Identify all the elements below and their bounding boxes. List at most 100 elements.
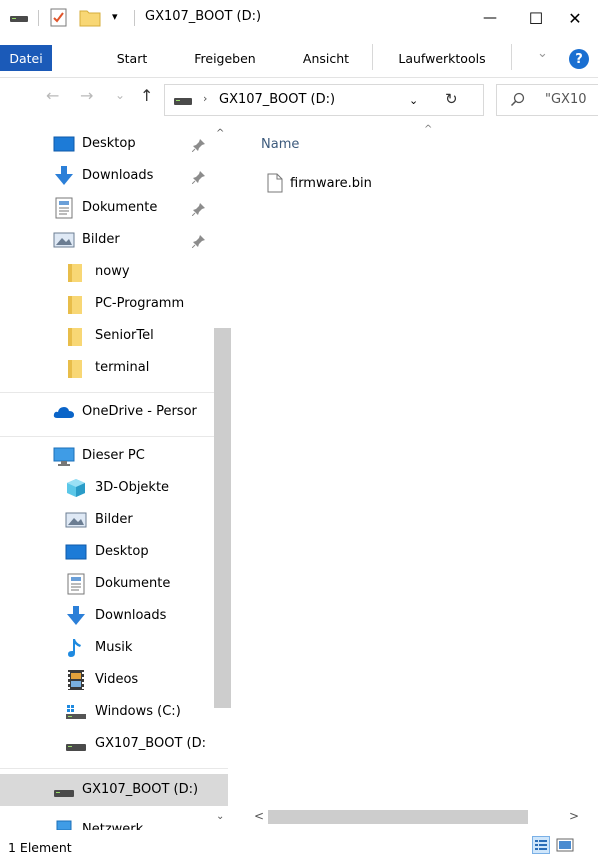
search-input[interactable]: "GX10 xyxy=(496,84,598,116)
up-button[interactable]: ↑ xyxy=(140,86,153,105)
sidebar-item-label: Dieser PC xyxy=(82,448,145,463)
back-button[interactable]: ← xyxy=(46,86,59,105)
quick-access-dropdown-icon[interactable]: ▾ xyxy=(112,10,118,23)
sidebar-item-label: Bilder xyxy=(82,232,120,247)
search-text: "GX10 xyxy=(545,92,587,107)
title-bar: ▾ GX107_BOOT (D:) — ☐ ✕ xyxy=(0,0,598,36)
sidebar-item-dieser-pc[interactable]: Dieser PC xyxy=(0,440,228,472)
refresh-icon[interactable]: ↻ xyxy=(445,90,458,108)
documents-icon xyxy=(55,197,73,219)
drive-icon xyxy=(10,16,28,22)
sidebar-item-label: OneDrive - Persor xyxy=(82,404,197,419)
nav-scrollbar[interactable]: ^ ⌄ xyxy=(211,128,231,822)
sidebar-item-gx107-boot-root[interactable]: GX107_BOOT (D:) xyxy=(0,774,228,806)
sidebar-item-label: Desktop xyxy=(95,544,149,559)
nav-separator xyxy=(0,768,228,769)
scroll-down-icon[interactable]: ⌄ xyxy=(216,811,224,822)
sidebar-item-label: 3D-Objekte xyxy=(95,480,170,495)
sidebar-item-pc-programm[interactable]: PC-Programm xyxy=(0,288,228,320)
large-icons-view-icon[interactable] xyxy=(555,836,575,854)
pin-icon[interactable] xyxy=(192,170,206,184)
sidebar-item-label: PC-Programm xyxy=(95,296,185,311)
details-view-button[interactable] xyxy=(532,836,550,854)
ribbon-expand-icon[interactable]: ⌄ xyxy=(537,46,548,61)
help-icon[interactable]: ? xyxy=(569,49,589,69)
sidebar-item-desktop-pc[interactable]: Desktop xyxy=(0,536,228,568)
help-glyph: ? xyxy=(575,51,583,67)
sidebar-item-musik[interactable]: Musik xyxy=(0,632,228,664)
address-dropdown-icon[interactable]: ⌄ xyxy=(409,94,418,107)
onedrive-icon xyxy=(53,407,74,418)
nav-separator xyxy=(0,436,228,437)
properties-icon[interactable] xyxy=(50,8,68,28)
pin-icon[interactable] xyxy=(192,202,206,216)
pin-icon[interactable] xyxy=(192,234,206,248)
minimize-button[interactable]: — xyxy=(467,0,513,36)
pictures-icon xyxy=(65,512,87,528)
sidebar-item-label: Bilder xyxy=(95,512,133,527)
ribbon-separator xyxy=(511,44,512,70)
forward-button[interactable]: → xyxy=(80,86,93,105)
pin-icon[interactable] xyxy=(192,138,206,152)
3d-objects-icon xyxy=(67,479,85,497)
title-separator xyxy=(134,10,135,26)
sidebar-item-seniortel[interactable]: SeniorTel xyxy=(0,320,228,352)
tab-laufwerktools[interactable]: Laufwerktools xyxy=(386,45,498,71)
sidebar-item-dokumente-pc[interactable]: Dokumente xyxy=(0,568,228,600)
scrollbar-thumb[interactable] xyxy=(214,328,231,708)
sidebar-item-bilder-pc[interactable]: Bilder xyxy=(0,504,228,536)
close-button[interactable]: ✕ xyxy=(552,0,598,36)
folder-icon xyxy=(68,296,82,314)
scroll-right-icon[interactable]: > xyxy=(569,809,579,823)
sidebar-item-bilder[interactable]: Bilder xyxy=(0,224,228,256)
music-icon xyxy=(68,639,81,657)
sidebar-item-dokumente[interactable]: Dokumente xyxy=(0,192,228,224)
pictures-icon xyxy=(53,232,75,248)
videos-icon xyxy=(68,670,84,690)
sidebar-item-desktop[interactable]: Desktop xyxy=(0,128,228,160)
downloads-icon xyxy=(67,606,85,625)
sidebar-item-onedrive[interactable]: OneDrive - Persor xyxy=(0,396,228,428)
tab-freigeben[interactable]: Freigeben xyxy=(182,45,268,71)
content-hscrollbar[interactable]: < > xyxy=(244,806,598,828)
maximize-icon: ☐ xyxy=(528,8,544,28)
sidebar-item-nowy[interactable]: nowy xyxy=(0,256,228,288)
sidebar-item-downloads-pc[interactable]: Downloads xyxy=(0,600,228,632)
folder-icon xyxy=(68,264,82,282)
minimize-icon: — xyxy=(483,10,497,26)
folder-icon xyxy=(68,360,82,378)
sidebar-item-label: Windows (C:) xyxy=(95,704,181,719)
sidebar-item-videos[interactable]: Videos xyxy=(0,664,228,696)
breadcrumb-current[interactable]: GX107_BOOT (D:) xyxy=(219,92,335,107)
scroll-up-icon[interactable]: ^ xyxy=(216,128,224,139)
network-icon xyxy=(56,820,72,830)
column-header-name[interactable]: Name xyxy=(261,137,299,152)
desktop-icon xyxy=(53,136,75,152)
sort-ascending-icon: ^ xyxy=(424,124,433,135)
address-bar[interactable]: › GX107_BOOT (D:) ⌄ ↻ xyxy=(164,84,484,116)
sidebar-item-terminal[interactable]: terminal xyxy=(0,352,228,384)
search-icon xyxy=(510,92,525,107)
file-list: ^ Name firmware.bin xyxy=(244,118,598,830)
sidebar-item-label: Musik xyxy=(95,640,133,655)
sidebar-item-windows-c[interactable]: Windows (C:) xyxy=(0,696,228,728)
file-name: firmware.bin xyxy=(290,176,372,191)
sidebar-item-downloads[interactable]: Downloads xyxy=(0,160,228,192)
recent-locations-button[interactable]: ⌄ xyxy=(115,88,125,102)
sidebar-item-label: Downloads xyxy=(95,608,167,623)
tab-ansicht[interactable]: Ansicht xyxy=(288,45,364,71)
status-bar: 1 Element xyxy=(0,830,598,859)
sidebar-item-netzwerk[interactable]: Netzwerk xyxy=(0,814,228,830)
sidebar-item-gx107-boot-d[interactable]: GX107_BOOT (D: xyxy=(0,728,228,760)
sidebar-item-3d-objekte[interactable]: 3D-Objekte xyxy=(0,472,228,504)
scrollbar-thumb[interactable] xyxy=(268,810,528,824)
scroll-left-icon[interactable]: < xyxy=(254,809,264,823)
file-row[interactable]: firmware.bin xyxy=(244,169,598,199)
new-folder-icon[interactable] xyxy=(79,8,101,28)
tab-datei[interactable]: Datei xyxy=(0,45,52,71)
breadcrumb-separator-icon[interactable]: › xyxy=(203,92,207,105)
navigation-pane: Desktop Downloads Dokumente Bilder nowy … xyxy=(0,118,244,830)
address-row: ← → ⌄ ↑ › GX107_BOOT (D:) ⌄ ↻ "GX10 xyxy=(0,78,598,118)
tab-start[interactable]: Start xyxy=(104,45,160,71)
item-count: 1 Element xyxy=(8,840,72,855)
